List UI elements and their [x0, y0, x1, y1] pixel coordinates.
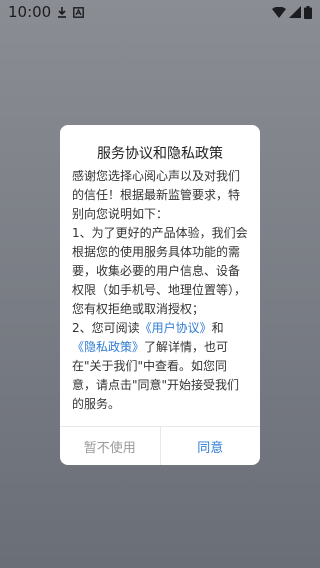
decline-button[interactable]: 暂不使用 — [60, 427, 161, 465]
privacy-dialog: 服务协议和隐私政策 感谢您选择心阅心声以及对我们的信任！根据最新监管要求，特别向… — [60, 125, 260, 465]
dialog-body: 感谢您选择心阅心声以及对我们的信任！根据最新监管要求，特别向您说明如下： 1、为… — [72, 167, 248, 414]
user-agreement-link[interactable]: 《用户协议》 — [140, 321, 212, 335]
status-time: 10:00 — [8, 3, 52, 21]
status-bar: 10:00 — [0, 0, 320, 24]
signal-icon — [289, 6, 301, 18]
body-intro: 感谢您选择心阅心声以及对我们的信任！根据最新监管要求，特别向您说明如下： — [72, 169, 241, 221]
status-left: 10:00 — [8, 3, 85, 21]
a-badge-icon — [73, 6, 85, 18]
status-right — [272, 5, 312, 19]
agree-button[interactable]: 同意 — [161, 427, 261, 465]
dialog-title: 服务协议和隐私政策 — [97, 146, 223, 162]
body-point-2-prefix: 2、您可阅读 — [72, 321, 140, 335]
dialog-actions: 暂不使用 同意 — [60, 426, 260, 465]
privacy-policy-link[interactable]: 《隐私政策》 — [72, 340, 144, 354]
download-icon — [57, 6, 67, 18]
body-point-1: 1、为了更好的产品体验，我们会根据您的使用服务具体功能的需要，收集必要的用户信息… — [72, 226, 248, 316]
wifi-icon — [272, 6, 286, 18]
body-and: 和 — [211, 321, 224, 335]
battery-icon — [304, 5, 312, 19]
